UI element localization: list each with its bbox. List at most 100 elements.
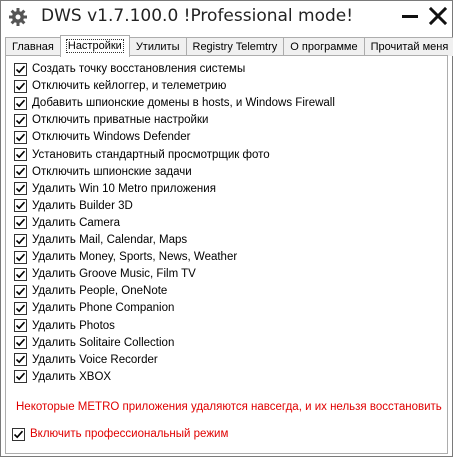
checkbox-label: Установить стандартный просмотрщик фото	[32, 148, 270, 161]
checkmark-icon	[15, 355, 26, 364]
checkbox-label: Отключить кейлоггер, и телеметрию	[32, 80, 227, 93]
tab-strip: Главная Настройки Утилиты Registry Telem…	[5, 35, 453, 57]
checkmark-icon	[15, 150, 26, 159]
checkbox[interactable]	[14, 216, 27, 230]
checkbox-label: Удалить Camera	[32, 216, 121, 229]
checkbox-label: Удалить People, OneNote	[32, 285, 168, 298]
checkbox-label: Удалить Photos	[32, 319, 115, 332]
checkbox[interactable]	[14, 336, 27, 350]
checkmark-icon	[15, 184, 26, 193]
checkmark-icon	[15, 167, 26, 176]
checkbox-label: Удалить Phone Companion	[32, 302, 175, 315]
option-checkbox[interactable]: Отключить Windows Defender	[14, 129, 190, 145]
checkbox[interactable]	[12, 427, 25, 441]
warning-text: Некоторые METRO приложения удаляются нав…	[16, 401, 442, 413]
option-checkbox[interactable]: Удалить People, OneNote	[14, 283, 167, 299]
minimize-icon[interactable]	[399, 5, 421, 27]
settings-panel: Создать точку восстановления системы Откл…	[5, 55, 448, 454]
tab-label: О программе	[290, 41, 358, 53]
option-checkbox[interactable]: Удалить Groove Music, Film TV	[14, 266, 196, 282]
checkbox-label: Включить профессиональный режим	[30, 428, 229, 440]
checkbox[interactable]	[14, 130, 27, 144]
checkbox-label: Удалить Groove Music, Film TV	[32, 268, 196, 281]
option-checkbox[interactable]: Удалить Camera	[14, 215, 120, 231]
checkbox[interactable]	[14, 113, 27, 127]
checkmark-icon	[15, 82, 26, 90]
checkmark-icon	[15, 338, 26, 347]
checkbox[interactable]	[14, 301, 27, 315]
checkbox[interactable]	[14, 96, 27, 110]
checkbox[interactable]	[14, 353, 27, 367]
checkmark-icon	[15, 99, 26, 108]
tab-main[interactable]: Главная	[5, 37, 61, 56]
option-checkbox[interactable]: Создать точку восстановления системы	[14, 61, 245, 77]
option-checkbox[interactable]: Удалить XBOX	[14, 369, 111, 385]
tab-registry-telemetry[interactable]: Registry Telemtry	[185, 37, 285, 56]
checkbox[interactable]	[14, 165, 27, 179]
checkmark-icon	[15, 236, 26, 244]
title-bar[interactable]: DWS v1.7.100.0 !Professional mode!	[1, 1, 452, 33]
option-checkbox[interactable]: Отключить приватные настройки	[14, 112, 208, 128]
checkmark-icon	[15, 253, 26, 261]
tab-label: Registry Telemtry	[192, 41, 278, 53]
checkmark-icon	[15, 201, 26, 210]
tab-utilities[interactable]: Утилиты	[128, 37, 187, 56]
checkbox[interactable]	[14, 148, 27, 161]
checkmark-icon	[15, 287, 26, 296]
option-checkbox[interactable]: Удалить Money, Sports, News, Weather	[14, 249, 237, 265]
checkbox-label: Удалить Win 10 Metro приложения	[32, 182, 216, 195]
checkmark-icon	[15, 270, 26, 279]
option-checkbox[interactable]: Удалить Phone Companion	[14, 300, 174, 316]
option-checkbox[interactable]: Удалить Solitaire Collection	[14, 335, 174, 351]
checkbox[interactable]	[14, 370, 27, 384]
tab-label: Утилиты	[135, 41, 180, 53]
option-checkbox[interactable]: Установить стандартный просмотрщик фото	[14, 147, 270, 163]
checkbox[interactable]	[14, 284, 27, 298]
app-window: DWS v1.7.100.0 !Professional mode! Главн…	[0, 0, 453, 457]
tab-label: Настройки	[65, 39, 124, 53]
checkbox-label: Удалить Solitaire Collection	[32, 336, 175, 349]
checkmark-icon	[15, 65, 26, 73]
checkmark-icon	[15, 219, 26, 227]
checkbox[interactable]	[14, 182, 27, 196]
checkmark-icon	[15, 133, 26, 142]
option-checkbox[interactable]: Удалить Builder 3D	[14, 198, 133, 214]
checkmark-icon	[13, 430, 24, 438]
checkbox-label: Удалить Builder 3D	[32, 199, 133, 212]
checkbox[interactable]	[14, 319, 27, 332]
checkbox-label: Добавить шпионские домены в hosts, и Win…	[32, 97, 335, 110]
option-checkbox[interactable]: Удалить Voice Recorder	[14, 352, 158, 368]
checkbox[interactable]	[14, 250, 27, 264]
tab-settings[interactable]: Настройки	[59, 35, 130, 57]
checkbox[interactable]	[14, 79, 27, 93]
option-checkbox[interactable]: Удалить Win 10 Metro приложения	[14, 181, 216, 197]
checkmark-icon	[15, 372, 26, 381]
window-title: DWS v1.7.100.0 !Professional mode!	[41, 6, 354, 26]
option-checkbox[interactable]: Отключить кейлоггер, и телеметрию	[14, 78, 226, 94]
checkbox-label: Удалить Voice Recorder	[32, 353, 158, 366]
checkbox-label: Удалить Money, Sports, News, Weather	[32, 251, 238, 264]
option-checkbox[interactable]: Отключить шпионские задачи	[14, 164, 192, 180]
option-checkbox[interactable]: Добавить шпионские домены в hosts, и Win…	[14, 95, 335, 111]
tab-readme[interactable]: Прочитай меня	[363, 37, 453, 56]
checkmark-icon	[15, 304, 26, 313]
checkbox-label: Удалить XBOX	[32, 370, 112, 383]
checkbox-label: Удалить Mail, Calendar, Maps	[32, 234, 188, 246]
checkbox-label: Создать точку восстановления системы	[32, 63, 246, 75]
professional-mode-checkbox[interactable]: Включить профессиональный режим	[12, 426, 228, 442]
tab-label: Главная	[12, 41, 54, 53]
checkbox[interactable]	[14, 267, 27, 281]
option-checkbox[interactable]: Удалить Photos	[14, 318, 115, 334]
checkbox-label: Отключить шпионские задачи	[32, 165, 192, 178]
checkmark-icon	[15, 116, 26, 125]
checkmark-icon	[15, 321, 26, 330]
option-checkbox[interactable]: Удалить Mail, Calendar, Maps	[14, 232, 187, 248]
checkbox[interactable]	[14, 62, 27, 76]
checkbox[interactable]	[14, 199, 27, 213]
gear-icon	[7, 7, 29, 27]
checkbox[interactable]	[14, 233, 27, 247]
tab-label: Прочитай меня	[370, 41, 449, 53]
close-icon[interactable]	[427, 5, 449, 27]
checkbox-label: Отключить Windows Defender	[32, 131, 191, 144]
tab-about[interactable]: О программе	[283, 37, 365, 56]
